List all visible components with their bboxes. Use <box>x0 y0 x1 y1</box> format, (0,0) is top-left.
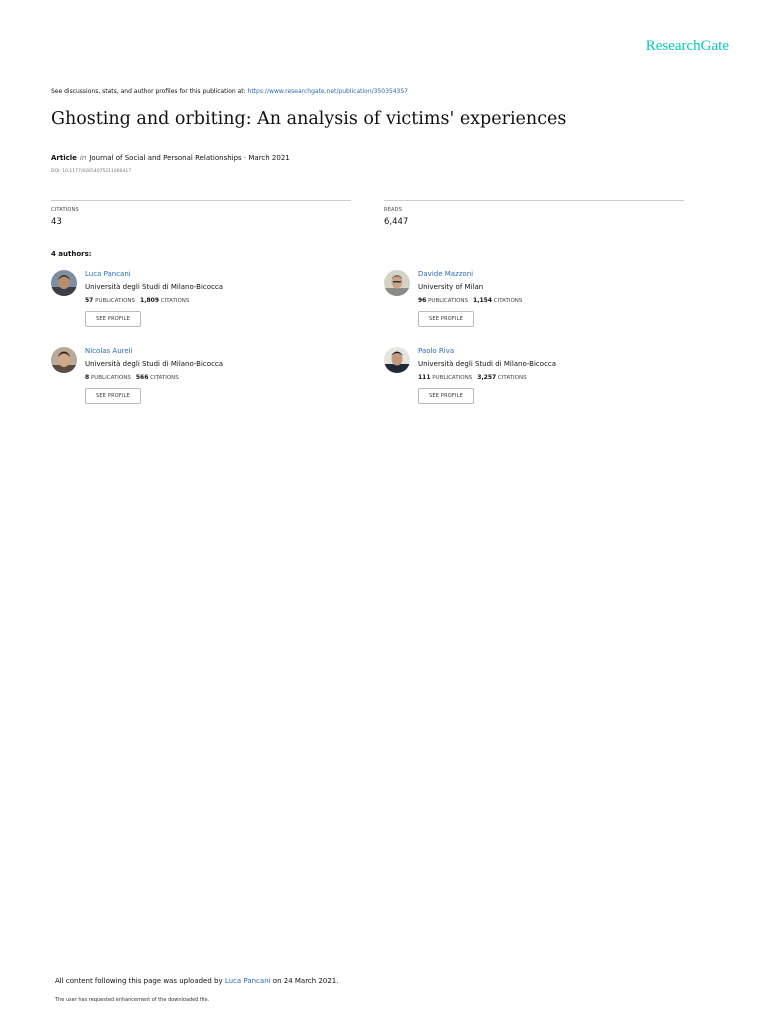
publication-link[interactable]: https://www.researchgate.net/publication… <box>248 88 408 95</box>
author-stats: 57 PUBLICATIONS 1,809 CITATIONS <box>85 297 223 304</box>
citations-label: CITATIONS <box>51 207 79 213</box>
author-avatar[interactable] <box>51 270 77 296</box>
upload-prefix: All content following this page was uplo… <box>55 977 225 985</box>
uploader-link[interactable]: Luca Pancani <box>225 977 271 985</box>
author-card: Luca Pancani Università degli Studi di M… <box>51 270 351 340</box>
citations-stat: CITATIONS 43 <box>51 200 351 227</box>
see-profile-button[interactable]: SEE PROFILE <box>418 388 474 404</box>
upload-notice: All content following this page was uplo… <box>55 977 338 985</box>
author-name[interactable]: Luca Pancani <box>85 270 223 278</box>
author-avatar[interactable] <box>51 347 77 373</box>
publications-label: PUBLICATIONS <box>428 298 469 304</box>
author-institution: Università degli Studi di Milano-Bicocca <box>85 360 224 368</box>
author-stats: 96 PUBLICATIONS 1,154 CITATIONS <box>418 297 522 304</box>
publications-label: PUBLICATIONS <box>90 375 131 381</box>
journal-name: Journal of Social and Personal Relations… <box>89 154 290 162</box>
author-institution: University of Milan <box>418 283 484 291</box>
author-institution: Università degli Studi di Milano-Bicocca <box>85 283 224 291</box>
author-citations: 566 <box>135 374 149 381</box>
upload-suffix: on 24 March 2021. <box>270 977 339 985</box>
author-card: Paolo Riva Università degli Studi di Mil… <box>384 347 684 417</box>
reads-stat: READS 6,447 <box>384 200 684 227</box>
author-card: Nicolas Aureli Università degli Studi di… <box>51 347 351 417</box>
author-publications: 111 <box>418 374 431 381</box>
author-citations: 3,257 <box>477 374 497 381</box>
enhancement-note: The user has requested enhancement of th… <box>55 997 210 1003</box>
authors-heading: 4 authors: <box>51 250 92 258</box>
reads-value: 6,447 <box>384 217 409 227</box>
author-citations: 1,809 <box>140 297 159 304</box>
author-institution: Università degli Studi di Milano-Bicocca <box>418 360 557 368</box>
researchgate-logo[interactable]: ResearchGate <box>646 38 729 55</box>
see-profile-button[interactable]: SEE PROFILE <box>85 311 141 327</box>
publication-title: Ghosting and orbiting: An analysis of vi… <box>51 109 567 129</box>
discussion-line: See discussions, stats, and author profi… <box>51 88 408 95</box>
author-name[interactable]: Nicolas Aureli <box>85 347 223 355</box>
author-citations: 1,154 <box>473 297 492 304</box>
citations-label: CITATIONS <box>497 375 527 381</box>
author-avatar[interactable] <box>384 347 410 373</box>
citations-label: CITATIONS <box>493 298 523 304</box>
author-publications: 96 <box>418 297 427 304</box>
discussion-text: See discussions, stats, and author profi… <box>51 88 248 95</box>
author-publications: 8 <box>85 374 90 381</box>
see-profile-button[interactable]: SEE PROFILE <box>418 311 474 327</box>
citations-label: CITATIONS <box>150 375 179 381</box>
author-avatar[interactable] <box>384 270 410 296</box>
author-name[interactable]: Davide Mazzoni <box>418 270 522 278</box>
in-word: in <box>79 154 87 162</box>
reads-label: READS <box>384 207 403 213</box>
citations-value: 43 <box>51 217 62 227</box>
publications-label: PUBLICATIONS <box>432 375 473 381</box>
doi: DOI: 10.1177/02654075211000417 <box>51 169 132 174</box>
author-name[interactable]: Paolo Riva <box>418 347 556 355</box>
see-profile-button[interactable]: SEE PROFILE <box>85 388 141 404</box>
publication-meta: Article in Journal of Social and Personal … <box>51 154 290 162</box>
publication-type: Article <box>51 154 77 162</box>
author-stats: 8 PUBLICATIONS 566 CITATIONS <box>85 374 223 381</box>
citations-label: CITATIONS <box>160 298 190 304</box>
publications-label: PUBLICATIONS <box>95 298 136 304</box>
author-publications: 57 <box>85 297 94 304</box>
author-card: Davide Mazzoni University of Milan 96 PU… <box>384 270 684 340</box>
author-stats: 111 PUBLICATIONS 3,257 CITATIONS <box>418 374 556 381</box>
